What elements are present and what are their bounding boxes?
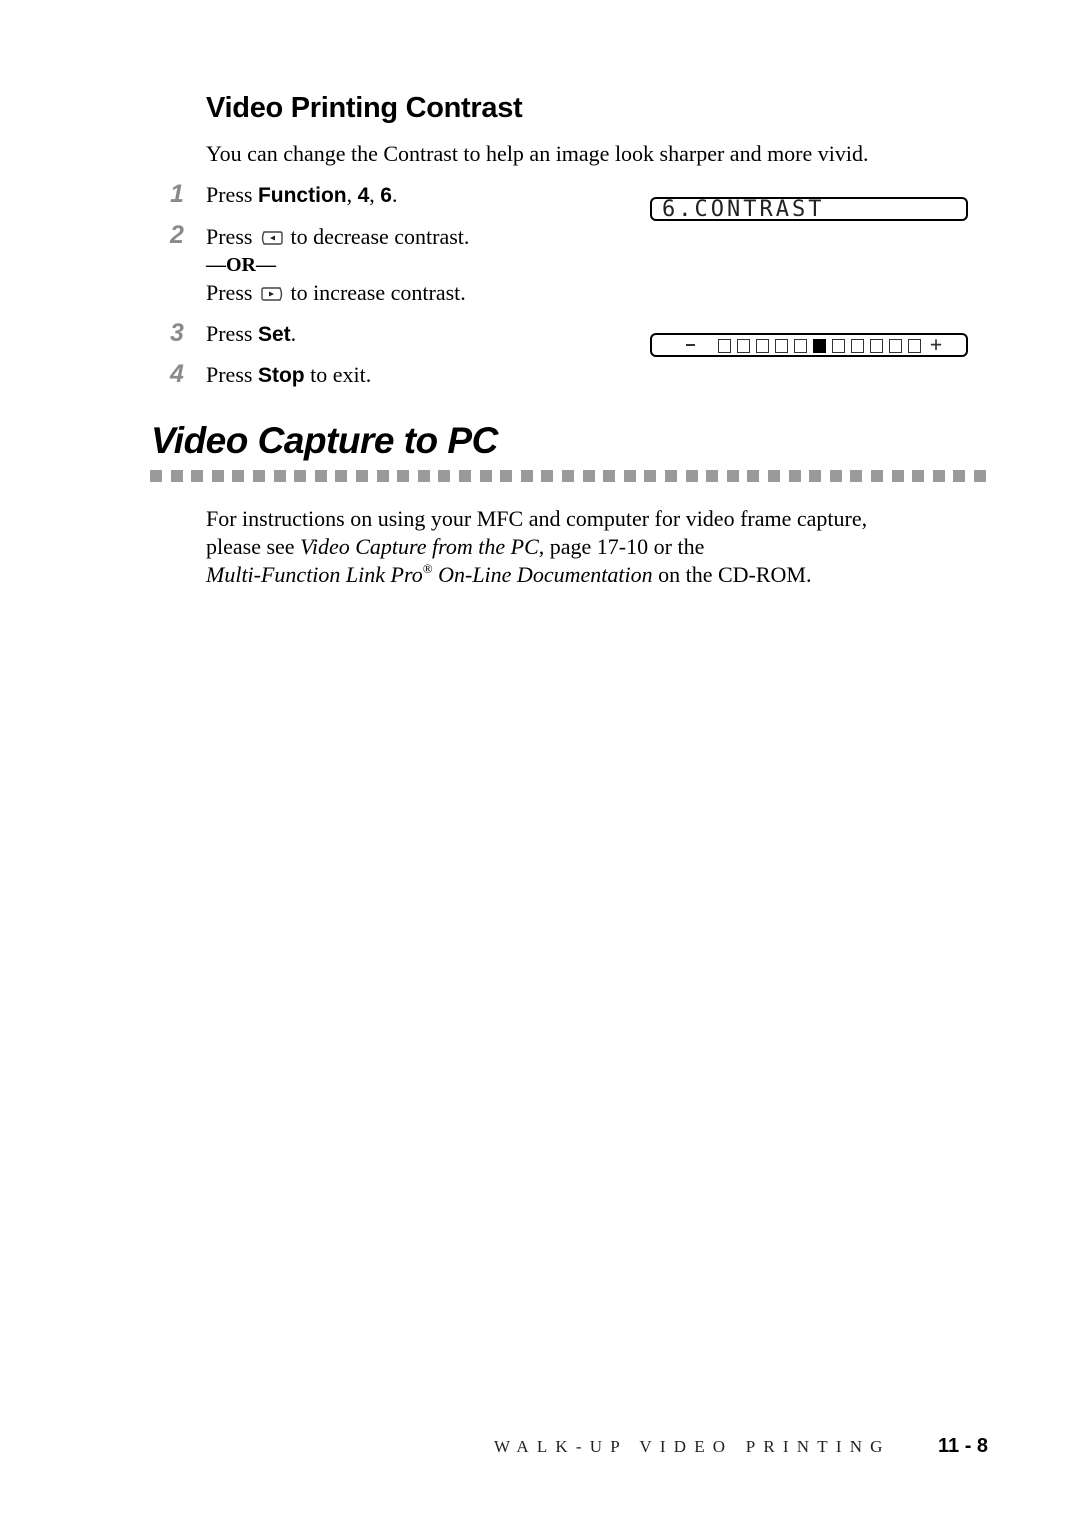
divider-square — [809, 470, 822, 482]
divider-square — [170, 470, 183, 482]
contrast-segment — [718, 339, 731, 353]
divider-square — [582, 470, 595, 482]
step-2-alt-text: Press to increase contrast. — [206, 280, 466, 309]
minus-sign-icon — [686, 344, 695, 346]
step-number-1: 1 — [170, 180, 184, 208]
contrast-segment — [908, 339, 921, 353]
divider-square — [747, 470, 760, 482]
divider-square — [253, 470, 265, 482]
contrast-segment — [794, 339, 807, 353]
divider-square — [438, 470, 451, 482]
divider-square — [376, 470, 389, 482]
paragraph-line-3: Multi-Function Link Pro® On-Line Documen… — [206, 561, 812, 587]
lcd-menu-text: 6.CONTRAST — [662, 197, 825, 222]
footer-chapter-label: WALK-UP VIDEO PRINTING — [494, 1437, 891, 1456]
contrast-segment — [832, 339, 845, 353]
plus-sign-label: + — [930, 332, 943, 356]
divider-square — [974, 470, 986, 482]
divider-square — [211, 470, 224, 482]
intro-text: You can change the Contrast to help an i… — [206, 141, 869, 166]
divider-square — [417, 470, 430, 482]
cross-reference-link: Video Capture from the PC — [300, 534, 539, 559]
divider-square — [871, 470, 883, 482]
divider-square — [314, 470, 327, 482]
divider-square — [912, 470, 925, 482]
divider-square — [644, 470, 657, 482]
divider-square — [273, 470, 286, 482]
section-divider — [150, 470, 990, 482]
step-number-4: 4 — [170, 360, 184, 388]
step-number-2: 2 — [170, 221, 184, 249]
contrast-segment — [775, 339, 788, 353]
divider-square — [191, 470, 204, 482]
step-4-text: Press Stop to exit. — [206, 362, 372, 387]
contrast-segment — [889, 339, 902, 353]
step-number-3: 3 — [170, 319, 184, 347]
divider-square — [665, 470, 677, 482]
section-title: Video Capture to PC — [151, 420, 498, 461]
divider-square — [397, 470, 410, 482]
divider-square — [459, 470, 471, 482]
divider-square — [232, 470, 245, 482]
capture-paragraph: For instructions on using your MFC and c… — [206, 505, 996, 589]
divider-square — [829, 470, 842, 482]
paragraph-line-1: For instructions on using your MFC and c… — [206, 506, 868, 531]
divider-square — [150, 470, 162, 482]
lcd-menu-display: 6.CONTRAST — [650, 197, 968, 222]
contrast-level-bar: + — [652, 332, 966, 356]
page-number: 11 - 8 — [938, 1435, 989, 1457]
contrast-segment-selected — [813, 339, 826, 353]
or-separator: —OR— — [206, 254, 276, 276]
right-arrow-key-icon — [260, 283, 284, 309]
divider-square — [953, 470, 966, 482]
divider-square — [685, 470, 698, 482]
contrast-segment — [851, 339, 864, 353]
step-3-text: Press Set. — [206, 321, 297, 346]
divider-square — [891, 470, 904, 482]
divider-square — [932, 470, 945, 482]
paragraph-line-2: please see Video Capture from the PC, pa… — [206, 534, 705, 559]
left-arrow-key-icon — [260, 227, 284, 253]
divider-square — [294, 470, 307, 482]
divider-square — [726, 470, 739, 482]
divider-square — [603, 470, 616, 482]
contrast-segment — [870, 339, 883, 353]
lcd-contrast-display: + — [650, 332, 968, 357]
step-1-text: Press Function, 4, 6. — [206, 182, 398, 207]
divider-square — [706, 470, 719, 482]
divider-square — [520, 470, 533, 482]
subsection-heading: Video Printing Contrast — [206, 92, 523, 124]
contrast-segment — [756, 339, 769, 353]
divider-square — [623, 470, 636, 482]
divider-square — [335, 470, 348, 482]
divider-square — [541, 470, 554, 482]
step-2-text: Press to decrease contrast. — [206, 224, 469, 253]
contrast-segment — [737, 339, 750, 353]
divider-square — [562, 470, 574, 482]
divider-square — [356, 470, 368, 482]
divider-square — [768, 470, 780, 482]
divider-square — [850, 470, 863, 482]
divider-square — [479, 470, 492, 482]
divider-square — [788, 470, 801, 482]
divider-square — [500, 470, 513, 482]
